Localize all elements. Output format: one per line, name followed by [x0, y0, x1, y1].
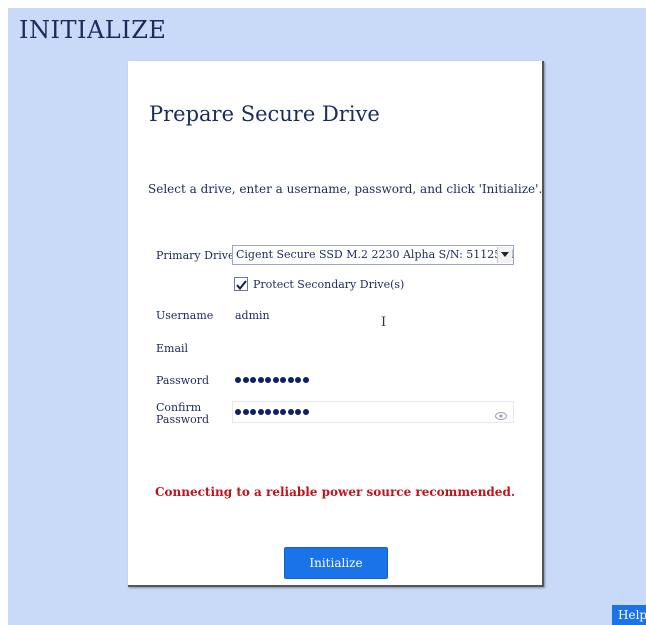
- confirm-password-label: Confirm Password: [156, 402, 209, 426]
- password-mask-dot: [295, 409, 301, 415]
- password-mask-dot: [272, 377, 279, 383]
- check-icon: [235, 275, 247, 294]
- chevron-down-icon[interactable]: [497, 247, 512, 263]
- password-mask-dot: [272, 409, 279, 415]
- page-title: INITIALIZE: [19, 16, 167, 44]
- password-mask-dot: [265, 409, 271, 415]
- help-button[interactable]: Help: [612, 605, 646, 625]
- password-mask-dot: [295, 377, 301, 383]
- password-mask-dot: [235, 377, 241, 383]
- password-mask-dot: [302, 377, 309, 383]
- password-mask-dot: [242, 409, 249, 415]
- password-field[interactable]: [235, 374, 309, 386]
- password-mask-dot: [250, 377, 256, 383]
- primary-drive-label: Primary Drive: [156, 249, 235, 262]
- password-label: Password: [156, 374, 210, 387]
- confirm-password-label-line2: Password: [156, 413, 210, 426]
- password-mask-dot: [280, 377, 286, 383]
- panel-title: Prepare Secure Drive: [149, 102, 380, 126]
- username-field[interactable]: admin: [235, 309, 270, 322]
- password-mask-dot: [280, 409, 286, 415]
- email-label: Email: [156, 342, 189, 355]
- power-warning: Connecting to a reliable power source re…: [154, 485, 516, 499]
- primary-drive-select[interactable]: Cigent Secure SSD M.2 2230 Alpha S/N: 51…: [232, 245, 514, 265]
- primary-drive-value: Cigent Secure SSD M.2 2230 Alpha S/N: 51…: [236, 248, 514, 261]
- eye-icon[interactable]: [495, 406, 507, 425]
- username-label: Username: [156, 309, 214, 322]
- confirm-password-dots: [235, 406, 309, 418]
- password-mask-dot: [287, 409, 294, 415]
- password-mask-dot: [242, 377, 249, 383]
- password-mask-dot: [265, 377, 271, 383]
- password-mask-dot: [257, 377, 264, 383]
- initialize-panel: Prepare Secure Drive Select a drive, ent…: [128, 61, 544, 587]
- password-mask-dot: [257, 409, 264, 415]
- initialize-button[interactable]: Initialize: [284, 547, 388, 579]
- email-field[interactable]: [235, 342, 505, 356]
- password-mask-dot: [287, 377, 294, 383]
- protect-secondary-label: Protect Secondary Drive(s): [253, 278, 405, 291]
- text-cursor-icon: I: [381, 315, 387, 330]
- password-mask-dot: [302, 409, 309, 415]
- protect-secondary-checkbox[interactable]: [234, 277, 248, 291]
- password-mask-dot: [235, 409, 241, 415]
- instructions-text: Select a drive, enter a username, passwo…: [148, 182, 543, 196]
- password-mask-dot: [250, 409, 256, 415]
